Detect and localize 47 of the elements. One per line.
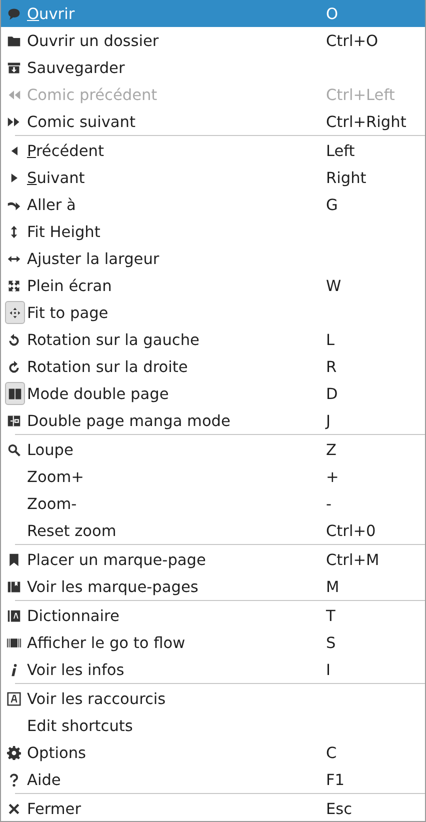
menu-item[interactable]: Afficher le go to flow S [1, 629, 425, 656]
menu-item[interactable]: Voir les infos I [1, 656, 425, 683]
settings-icon [7, 746, 21, 760]
menu-item[interactable]: Zoom- - [1, 490, 425, 517]
shortcut-key-icon [7, 692, 21, 706]
menu-item[interactable]: Options C [1, 739, 425, 766]
menu-item[interactable]: Fit to page [1, 299, 425, 326]
fit-arrows-icon [8, 306, 22, 320]
rotate-left-icon [7, 332, 21, 346]
bookmark-icon [7, 552, 21, 566]
menu-item[interactable]: Zoom+ + [1, 463, 425, 490]
flow-bars-icon [7, 636, 21, 650]
menu-item[interactable]: Voir les raccourcis [1, 685, 425, 712]
menu-item[interactable]: Ouvrir O [1, 0, 425, 27]
manga-pages-icon [7, 414, 21, 428]
menu-item[interactable]: Fit Height [1, 218, 425, 245]
menu-item[interactable]: Aller à G [1, 191, 425, 218]
menu-item[interactable]: Précédent Left [1, 137, 425, 164]
menu-item[interactable]: Dictionnaire T [1, 602, 425, 629]
menu-item[interactable]: Suivant Right [1, 164, 425, 191]
menu-item[interactable]: Reset zoom Ctrl+0 [1, 517, 425, 544]
menu-item[interactable]: Voir les marque-pages M [1, 573, 425, 600]
menu-item[interactable]: Edit shortcuts [1, 712, 425, 739]
menu-item[interactable]: Aide F1 [1, 766, 425, 793]
search-icon [7, 442, 21, 456]
menu-item[interactable]: Rotation sur la gauche L [1, 326, 425, 353]
dictionary-icon [7, 608, 21, 622]
fullscreen-icon [7, 278, 21, 292]
chat-bubble-icon [7, 6, 21, 20]
menu-item[interactable]: Mode double page D [1, 380, 425, 407]
menu-item[interactable]: Comic suivant Ctrl+Right [1, 108, 425, 135]
menu-item[interactable]: Rotation sur la droite R [1, 353, 425, 380]
menu-item[interactable]: Fermer Esc [1, 795, 425, 821]
menu-item[interactable]: Ajuster la largeur [1, 245, 425, 272]
menu-item[interactable]: Sauvegarder [1, 54, 425, 81]
menu-item[interactable]: Double page manga mode J [1, 407, 425, 434]
bookmarks-icon [7, 580, 21, 594]
menu-item[interactable]: Ouvrir un dossier Ctrl+O [1, 27, 425, 54]
double-page-icon [8, 386, 22, 400]
menu-item[interactable]: Plein écran W [1, 272, 425, 299]
rotate-right-icon [7, 360, 21, 374]
folder-icon [7, 34, 21, 48]
close-icon [7, 802, 21, 816]
menu-item[interactable]: Placer un marque-page Ctrl+M [1, 546, 425, 573]
save-icon [7, 60, 21, 74]
menu-item[interactable]: Loupe Z [1, 436, 425, 463]
help-icon [7, 772, 21, 786]
